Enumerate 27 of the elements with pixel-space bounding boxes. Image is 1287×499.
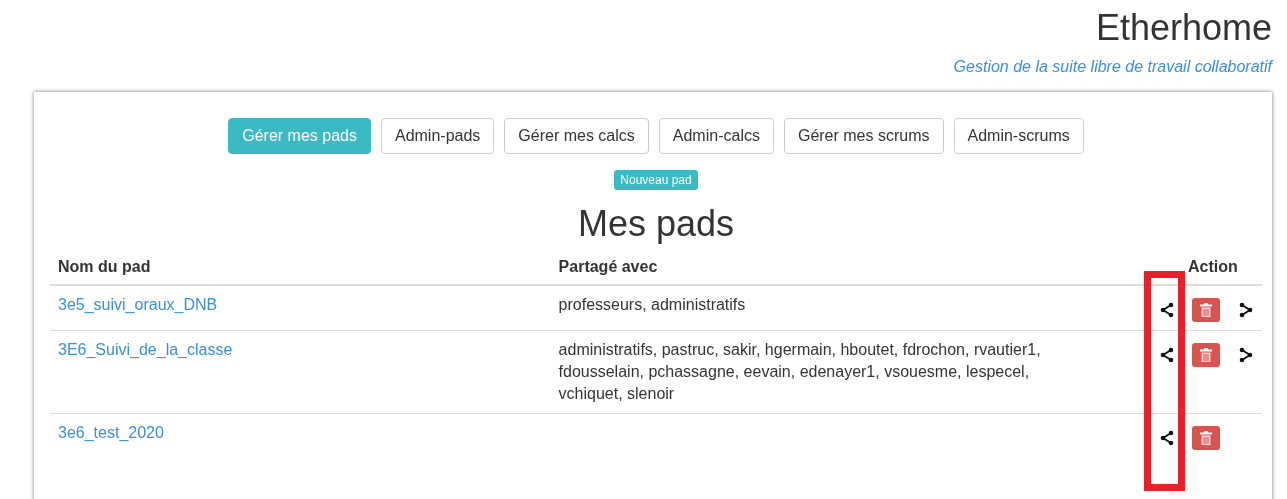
pad-link[interactable]: 3E6_Suivi_de_la_classe xyxy=(58,341,233,358)
pad-link[interactable]: 3e5_suivi_oraux_DNB xyxy=(58,296,218,313)
share-icon[interactable] xyxy=(1159,429,1175,446)
trash-icon xyxy=(1200,431,1212,445)
shared-with-text: professeurs, administratifs xyxy=(558,296,746,313)
share-icon[interactable] xyxy=(1159,301,1175,318)
nav-button[interactable]: Admin-pads xyxy=(380,118,495,154)
pad-link[interactable]: 3e6_test_2020 xyxy=(58,424,164,441)
nav-button[interactable]: Gérer mes calcs xyxy=(504,118,649,154)
delete-button[interactable] xyxy=(1192,426,1220,450)
column-header: Action xyxy=(1146,250,1262,285)
nav-button[interactable]: Admin-scrums xyxy=(953,118,1084,154)
trash-icon xyxy=(1200,348,1212,362)
site-subtitle: Gestion de la suite libre de travail collaboratif xyxy=(953,58,1272,76)
trash-icon xyxy=(1200,303,1212,317)
delete-button[interactable] xyxy=(1192,343,1220,367)
column-header: Nom du pad xyxy=(50,250,551,285)
share-icon[interactable] xyxy=(1159,346,1175,363)
nav-button[interactable]: Gérer mes scrums xyxy=(783,118,944,154)
delete-button[interactable] xyxy=(1192,298,1220,322)
nav-button[interactable]: Admin-calcs xyxy=(658,118,774,154)
share-icon[interactable] xyxy=(1238,301,1254,318)
site-title: Etherhome xyxy=(1095,8,1272,48)
column-header: Partagé avec xyxy=(550,250,1146,285)
shared-with-text: administratifs, pastruc, sakir, hgermain, hboutet, fdrochon, rvautier1, fdousselain, pchassagne, eevain, edenayer1, vsouesme, lespecel, vchiquet, slenoir xyxy=(558,341,1041,402)
share-icon[interactable] xyxy=(1238,346,1254,363)
page-heading: Mes pads xyxy=(576,204,736,244)
